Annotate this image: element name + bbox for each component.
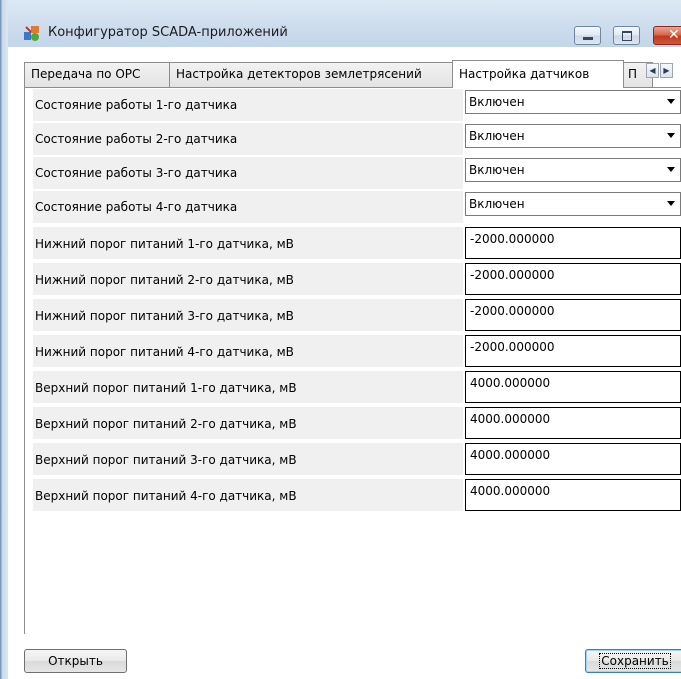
setting-label: Верхний порог питаний 1-го датчика, мВ: [33, 371, 463, 403]
setting-label: Нижний порог питаний 2-го датчика, мВ: [33, 263, 463, 295]
window-title: Конфигуратор SCADA-приложений: [48, 25, 288, 40]
chevron-down-icon: [667, 167, 675, 172]
close-button[interactable]: ✕: [653, 26, 681, 45]
settings-row: Состояние работы 1-го датчика Включен: [33, 89, 681, 121]
setting-label: Верхний порог питаний 3-го датчика, мВ: [33, 443, 463, 475]
setting-label: Верхний порог питаний 2-го датчика, мВ: [33, 407, 463, 439]
setting-label: Нижний порог питаний 3-го датчика, мВ: [33, 299, 463, 331]
tab-sensor-settings[interactable]: Настройка датчиков: [452, 60, 624, 88]
setting-label: Нижний порог питаний 1-го датчика, мВ: [33, 227, 463, 259]
maximize-button[interactable]: [613, 26, 640, 45]
scada-app-icon: [24, 26, 39, 41]
chevron-right-icon[interactable]: ▶: [660, 63, 673, 78]
sensor-2-state-select[interactable]: Включен: [465, 124, 681, 148]
sensor-2-upper-threshold-input[interactable]: 4000.000000: [465, 407, 681, 439]
select-value: Включен: [469, 129, 525, 143]
setting-label: Нижний порог питаний 4-го датчика, мВ: [33, 335, 463, 367]
select-value: Включен: [469, 163, 525, 177]
maximize-icon: [622, 31, 632, 41]
select-value: Включен: [469, 197, 525, 211]
settings-row: Нижний порог питаний 4-го датчика, мВ -2…: [33, 335, 681, 367]
open-button[interactable]: Открыть: [24, 649, 127, 673]
settings-row: Верхний порог питаний 2-го датчика, мВ 4…: [33, 407, 681, 439]
settings-row: Верхний порог питаний 3-го датчика, мВ 4…: [33, 443, 681, 475]
sensor-4-upper-threshold-input[interactable]: 4000.000000: [465, 479, 681, 511]
settings-row: Нижний порог питаний 2-го датчика, мВ -2…: [33, 263, 681, 295]
sensor-1-lower-threshold-input[interactable]: -2000.000000: [465, 227, 681, 259]
title-bar[interactable]: Конфигуратор SCADA-приложений ✕: [8, 0, 681, 47]
chevron-down-icon: [667, 133, 675, 138]
setting-label: Состояние работы 3-го датчика: [33, 157, 463, 189]
minimize-button[interactable]: [574, 26, 601, 45]
setting-label: Состояние работы 4-го датчика: [33, 191, 463, 223]
setting-label: Состояние работы 2-го датчика: [33, 123, 463, 155]
sensor-2-lower-threshold-input[interactable]: -2000.000000: [465, 263, 681, 295]
close-icon: ✕: [668, 27, 680, 43]
sensor-4-state-select[interactable]: Включен: [465, 192, 681, 216]
settings-row: Состояние работы 4-го датчика Включен: [33, 191, 681, 223]
save-button[interactable]: Сохранить: [585, 649, 681, 673]
sensor-3-upper-threshold-input[interactable]: 4000.000000: [465, 443, 681, 475]
minimize-icon: [583, 37, 593, 40]
settings-row: Состояние работы 3-го датчика Включен: [33, 157, 681, 189]
setting-label: Состояние работы 1-го датчика: [33, 89, 463, 121]
app-window: Конфигуратор SCADA-приложений ✕ Передача…: [0, 0, 681, 679]
sensor-1-state-select[interactable]: Включен: [465, 90, 681, 114]
tab-opc-transfer[interactable]: Передача по OPC: [24, 62, 170, 87]
tab-earthquake-detectors[interactable]: Настройка детекторов землетрясений: [169, 62, 453, 87]
sensor-1-upper-threshold-input[interactable]: 4000.000000: [465, 371, 681, 403]
settings-row: Верхний порог питаний 1-го датчика, мВ 4…: [33, 371, 681, 403]
chevron-down-icon: [667, 99, 675, 104]
settings-row: Верхний порог питаний 4-го датчика, мВ 4…: [33, 479, 681, 511]
chevron-down-icon: [667, 201, 675, 206]
select-value: Включен: [469, 95, 525, 109]
sensor-4-lower-threshold-input[interactable]: -2000.000000: [465, 335, 681, 367]
settings-row: Нижний порог питаний 1-го датчика, мВ -2…: [33, 227, 681, 259]
chevron-left-icon[interactable]: ◀: [646, 63, 659, 78]
settings-panel: Состояние работы 1-го датчика Включен Со…: [24, 87, 681, 634]
window-border: [0, 0, 8, 679]
save-button-label: Сохранить: [599, 653, 671, 669]
sensor-3-state-select[interactable]: Включен: [465, 158, 681, 182]
settings-row: Состояние работы 2-го датчика Включен: [33, 123, 681, 155]
setting-label: Верхний порог питаний 4-го датчика, мВ: [33, 479, 463, 511]
tab-strip: Передача по OPC Настройка детекторов зем…: [24, 60, 681, 88]
sensor-3-lower-threshold-input[interactable]: -2000.000000: [465, 299, 681, 331]
settings-row: Нижний порог питаний 3-го датчика, мВ -2…: [33, 299, 681, 331]
